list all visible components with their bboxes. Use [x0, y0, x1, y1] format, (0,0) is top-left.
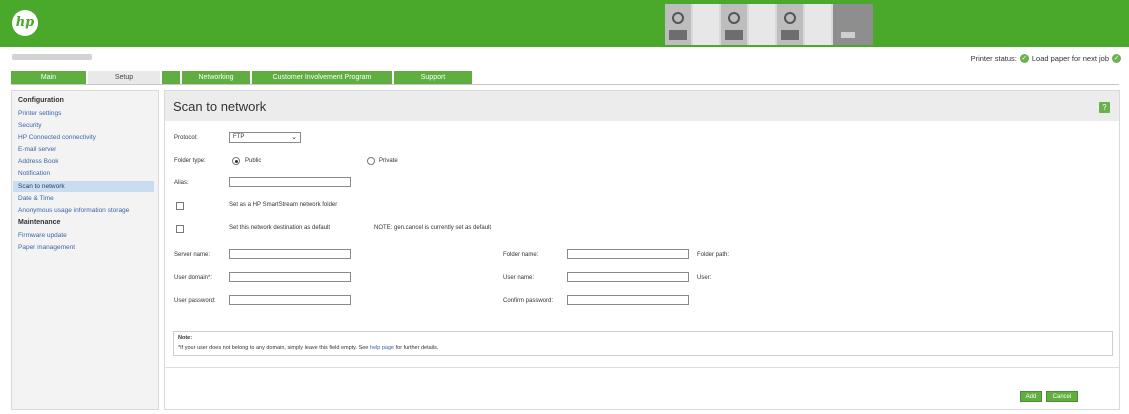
sidebar-item-email-server[interactable]: E-mail server	[18, 146, 56, 153]
smartstream-label: Set as a HP SmartStream network folder	[229, 202, 338, 208]
cancel-button[interactable]: Cancel	[1046, 391, 1078, 402]
folder-name-input[interactable]	[567, 249, 689, 259]
alias-label: Alias:	[174, 180, 189, 186]
tab-networking[interactable]: Networking	[182, 71, 250, 84]
tab-support[interactable]: Support	[394, 71, 472, 84]
sidebar-heading-configuration: Configuration	[18, 97, 64, 104]
confirm-password-label: Confirm password:	[503, 298, 554, 304]
note-text-before: *If your user does not belong to any dom…	[178, 345, 369, 351]
top-banner: hp	[0, 0, 1129, 47]
default-destination-label: Set this network destination as default	[229, 225, 331, 231]
status-ok-icon: ✓	[1112, 54, 1121, 63]
note-text: *If your user does not belong to any dom…	[178, 345, 438, 351]
tab-divider	[11, 84, 1119, 85]
sidebar-item-firmware-update[interactable]: Firmware update	[18, 232, 67, 239]
printer-status: Printer status: ✓ Load paper for next jo…	[971, 54, 1121, 63]
user-domain-label: User domain*:	[174, 275, 213, 281]
note-title: Note:	[178, 335, 193, 341]
status-ok-icon: ✓	[1019, 54, 1029, 63]
default-note: NOTE: gen.cancel is currently set as def…	[374, 225, 492, 231]
alias-input[interactable]	[229, 177, 351, 187]
sidebar-item-notification[interactable]: Notification	[18, 170, 50, 177]
sidebar-item-printer-settings[interactable]: Printer settings	[18, 110, 61, 117]
main-tabs: Main Setup Networking Customer Involveme…	[11, 71, 472, 84]
hp-logo: hp	[12, 10, 38, 36]
user-domain-input[interactable]	[229, 272, 351, 282]
sidebar-item-address-book[interactable]: Address Book	[18, 158, 58, 165]
folder-type-label: Folder type:	[174, 158, 206, 164]
folder-path-label: Folder path:	[697, 252, 730, 258]
user-name-label: User name:	[503, 275, 535, 281]
server-name-label: Server name:	[174, 252, 211, 258]
content-header: Scan to network ?	[165, 91, 1119, 121]
sidebar-item-date-time[interactable]: Date & Time	[18, 195, 54, 202]
user-password-label: User password:	[174, 298, 216, 304]
confirm-password-input[interactable]	[567, 295, 689, 305]
sidebar: Configuration Printer settings Security …	[11, 90, 159, 410]
tab-customer-involvement[interactable]: Customer Involvement Program	[252, 71, 392, 84]
sidebar-item-anonymous-usage[interactable]: Anonymous usage information storage	[18, 207, 129, 214]
protocol-label: Protocol:	[174, 135, 198, 141]
chevron-down-icon: ⌄	[291, 134, 297, 141]
tab-main[interactable]: Main	[11, 71, 86, 84]
private-label: Private	[379, 158, 398, 164]
note-text-after: for further details.	[395, 345, 439, 351]
sidebar-item-security[interactable]: Security	[18, 122, 41, 129]
server-name-input[interactable]	[229, 249, 351, 259]
sidebar-item-paper-management[interactable]: Paper management	[18, 244, 75, 251]
protocol-select[interactable]: FTP ⌄	[229, 132, 301, 143]
printer-status-message: Load paper for next job	[1031, 54, 1109, 63]
content-panel: Scan to network ? Protocol: FTP ⌄ Folder…	[164, 90, 1120, 410]
printer-banner-image	[665, 4, 873, 45]
public-label: Public	[245, 158, 262, 164]
help-page-link[interactable]: help page	[370, 345, 394, 351]
default-destination-checkbox[interactable]	[176, 225, 184, 233]
printer-model-name	[12, 54, 92, 60]
sidebar-item-scan-to-network[interactable]: Scan to network	[13, 181, 154, 192]
user-password-input[interactable]	[229, 295, 351, 305]
protocol-value: FTP	[233, 134, 245, 140]
private-radio[interactable]	[367, 157, 375, 165]
footer-divider	[165, 367, 1119, 368]
folder-name-label: Folder name:	[503, 252, 539, 258]
sidebar-heading-maintenance: Maintenance	[18, 219, 61, 226]
add-button[interactable]: Add	[1020, 391, 1042, 402]
user-name-input[interactable]	[567, 272, 689, 282]
smartstream-checkbox[interactable]	[176, 202, 184, 210]
tab-setup[interactable]: Setup	[88, 71, 160, 84]
public-radio[interactable]	[232, 157, 240, 165]
page-title: Scan to network	[173, 99, 267, 114]
sidebar-item-hp-connected[interactable]: HP Connected connectivity	[18, 134, 96, 141]
user-label: User:	[697, 275, 712, 281]
tab-spacer	[162, 71, 180, 84]
printer-status-label: Printer status:	[970, 54, 1017, 63]
note-box: Note: *If your user does not belong to a…	[173, 331, 1113, 356]
help-button[interactable]: ?	[1099, 102, 1110, 113]
